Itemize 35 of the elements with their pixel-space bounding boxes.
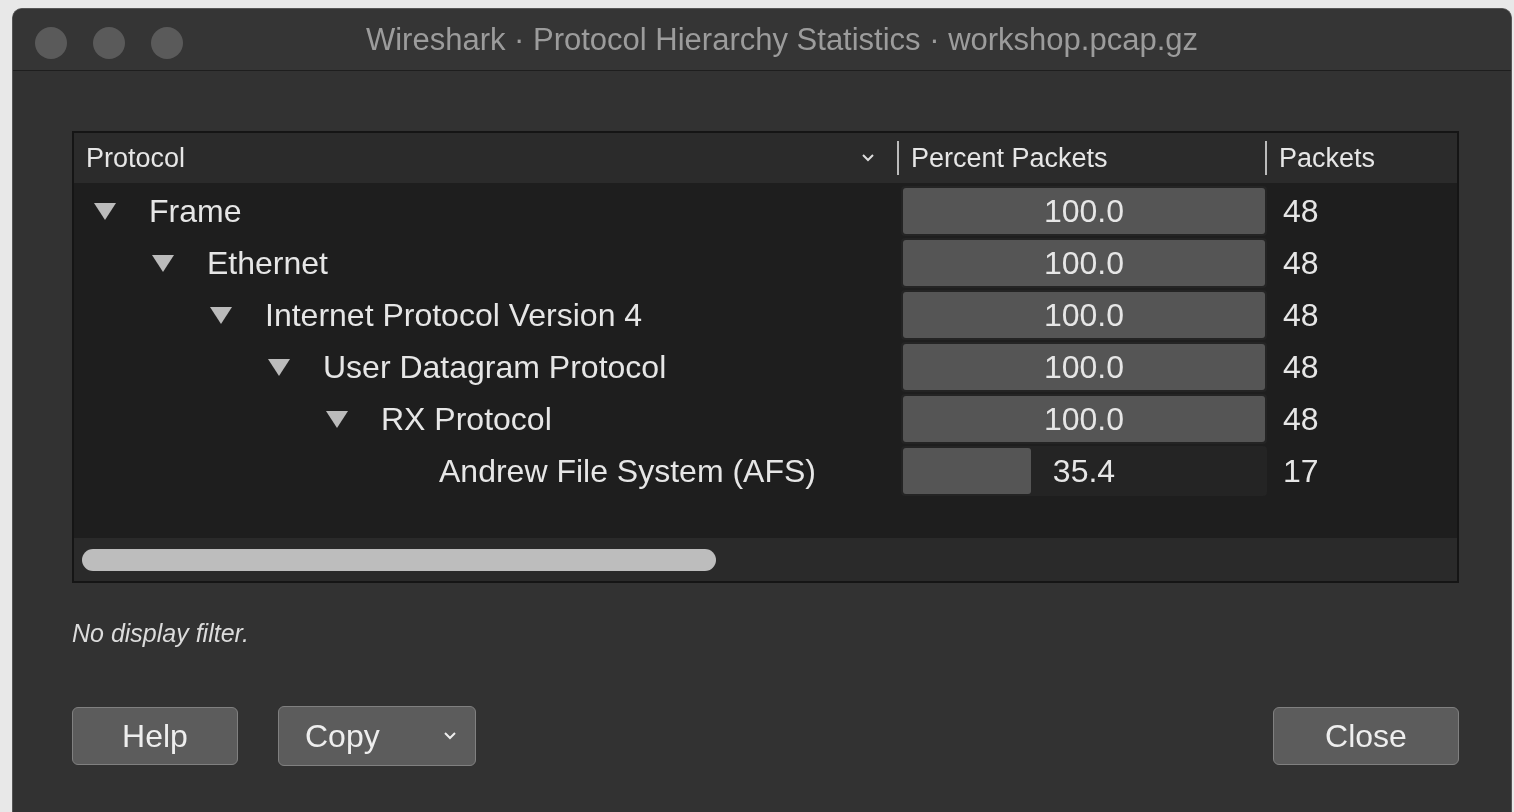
close-button[interactable]: Close xyxy=(1273,707,1459,765)
protocol-name: RX Protocol xyxy=(381,400,552,438)
packet-count: 48 xyxy=(1283,192,1319,229)
packet-count: 17 xyxy=(1283,452,1319,489)
column-header[interactable]: Percent Packets xyxy=(899,141,1267,175)
protocol-name: Frame xyxy=(149,192,242,230)
packet-count: 48 xyxy=(1283,296,1319,333)
expand-triangle-icon[interactable] xyxy=(208,304,234,326)
status-text: No display filter. xyxy=(72,619,250,648)
percent-value: 35.4 xyxy=(1052,452,1116,490)
protocol-name: Andrew File System (AFS) xyxy=(439,452,816,490)
percent-value: 100.0 xyxy=(1043,192,1125,230)
help-button[interactable]: Help xyxy=(72,707,238,765)
percent-value: 100.0 xyxy=(1043,348,1125,386)
horizontal-scrollbar[interactable] xyxy=(74,538,1457,581)
expand-triangle-icon[interactable] xyxy=(324,408,350,430)
copy-button[interactable]: Copy xyxy=(278,706,476,766)
expand-triangle-icon[interactable] xyxy=(266,356,292,378)
protocol-name: Ethernet xyxy=(207,244,328,282)
expand-triangle-icon[interactable] xyxy=(92,200,118,222)
packet-count: 48 xyxy=(1283,348,1319,385)
expand-triangle-icon[interactable] xyxy=(150,252,176,274)
packet-count: 48 xyxy=(1283,400,1319,437)
packet-count: 48 xyxy=(1283,244,1319,281)
caret-icon xyxy=(443,731,457,741)
percent-value: 100.0 xyxy=(1043,296,1125,334)
protocol-name: User Datagram Protocol xyxy=(323,348,667,386)
scrollbar-thumb[interactable] xyxy=(82,548,716,571)
protocol-name: Internet Protocol Version 4 xyxy=(265,296,643,334)
column-header[interactable]: Packets xyxy=(1267,141,1457,175)
percent-value: 100.0 xyxy=(1043,244,1125,282)
percent-value: 100.0 xyxy=(1043,400,1125,438)
window-title: Wireshark · Protocol Hierarchy Statistics · workshop.pcap.gz xyxy=(365,21,1199,58)
chevron-icon xyxy=(861,153,875,163)
column-header[interactable]: Protocol xyxy=(74,141,899,175)
